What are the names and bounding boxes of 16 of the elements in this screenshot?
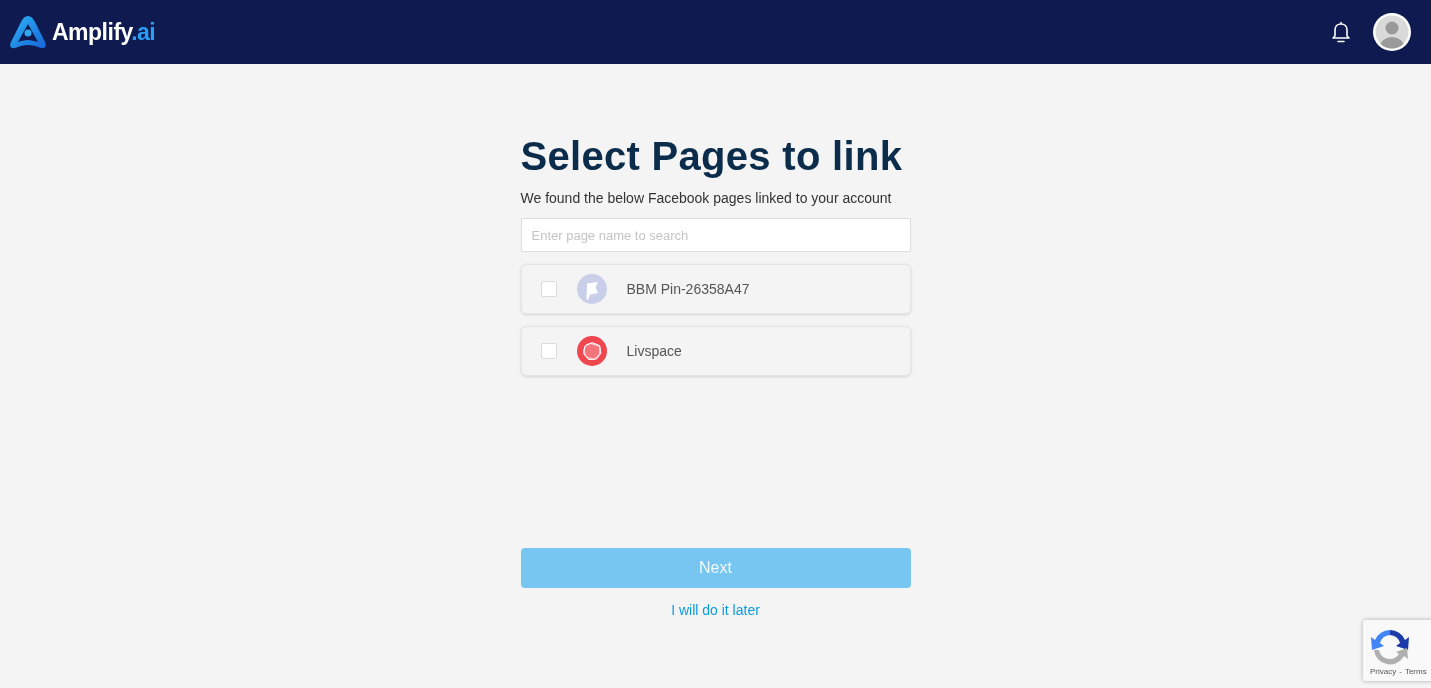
separator-text: - (1399, 667, 1402, 677)
privacy-link[interactable]: Privacy (1370, 667, 1397, 677)
page-row[interactable]: Livspace (520, 326, 911, 376)
subtitle-text: We found the below Facebook pages linked to your account (520, 189, 893, 208)
page-row[interactable]: BBM Pin-26358A47 (520, 264, 911, 314)
page-name: Livspace (626, 341, 682, 361)
notification-bell-icon[interactable] (1331, 21, 1351, 43)
checkbox[interactable] (540, 281, 557, 297)
logo-icon (9, 15, 47, 49)
checkbox[interactable] (540, 343, 557, 359)
page-name: BBM Pin-26358A47 (626, 279, 750, 299)
search-field[interactable]: Enter page name to search (520, 218, 911, 252)
avatar-icon[interactable] (1372, 12, 1412, 52)
terms-link[interactable]: Terms (1404, 667, 1427, 677)
logo-text: Amplify.ai (52, 17, 156, 47)
page-title: Select Pages to link (520, 133, 904, 180)
